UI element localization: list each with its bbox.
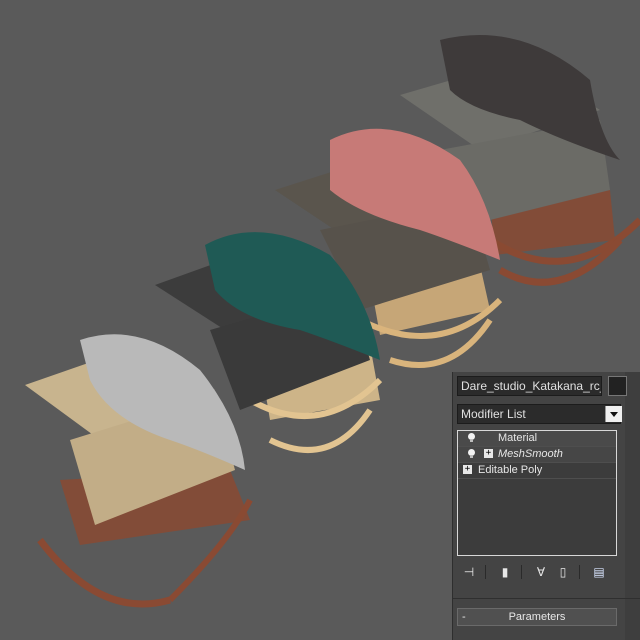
stack-item-editable-poly[interactable]: + Editable Poly xyxy=(458,463,616,479)
modifier-stack[interactable]: Material + MeshSmooth + Editable Poly xyxy=(457,430,617,556)
show-end-result-icon[interactable]: ▮ xyxy=(497,564,513,580)
object-color-swatch[interactable] xyxy=(608,376,627,396)
modify-panel: Dare_studio_Katakana_rc_clo Modifier Lis… xyxy=(452,372,640,640)
panel-scrollbar[interactable] xyxy=(625,372,640,640)
stack-item-label: Editable Poly xyxy=(478,464,543,476)
stack-item-label: Material xyxy=(498,432,538,444)
modifier-list-dropdown[interactable]: Modifier List xyxy=(457,404,622,424)
stack-item-meshsmooth[interactable]: + MeshSmooth xyxy=(458,447,616,463)
collapse-icon[interactable]: - xyxy=(462,609,466,625)
pin-stack-icon[interactable]: ⊣ xyxy=(461,564,477,580)
rollout-title: Parameters xyxy=(508,611,566,623)
toolbar-separator xyxy=(521,565,522,579)
chevron-down-icon[interactable] xyxy=(605,406,622,422)
expand-icon[interactable]: + xyxy=(463,465,472,474)
object-name-field[interactable]: Dare_studio_Katakana_rc_clo xyxy=(457,376,602,396)
configure-modifier-sets-icon[interactable]: ▤ xyxy=(591,564,607,580)
stack-item-material[interactable]: Material xyxy=(458,431,616,447)
make-unique-icon[interactable]: ∀ xyxy=(533,564,549,580)
stack-item-label: MeshSmooth xyxy=(498,448,563,460)
toolbar-separator xyxy=(579,565,580,579)
modifier-stack-toolbar: ⊣ ▮ ∀ ▯ ▤ xyxy=(457,562,617,582)
parameters-rollout-header[interactable]: - Parameters xyxy=(457,608,617,626)
remove-modifier-icon[interactable]: ▯ xyxy=(555,564,571,580)
expand-icon[interactable]: + xyxy=(484,449,493,458)
object-name-row: Dare_studio_Katakana_rc_clo xyxy=(457,376,637,396)
panel-divider xyxy=(453,598,640,599)
toolbar-separator xyxy=(485,565,486,579)
rocking-chair-grey xyxy=(25,334,253,608)
lightbulb-icon[interactable] xyxy=(468,433,475,442)
lightbulb-icon[interactable] xyxy=(468,449,475,458)
modifier-list-label: Modifier List xyxy=(461,407,526,421)
